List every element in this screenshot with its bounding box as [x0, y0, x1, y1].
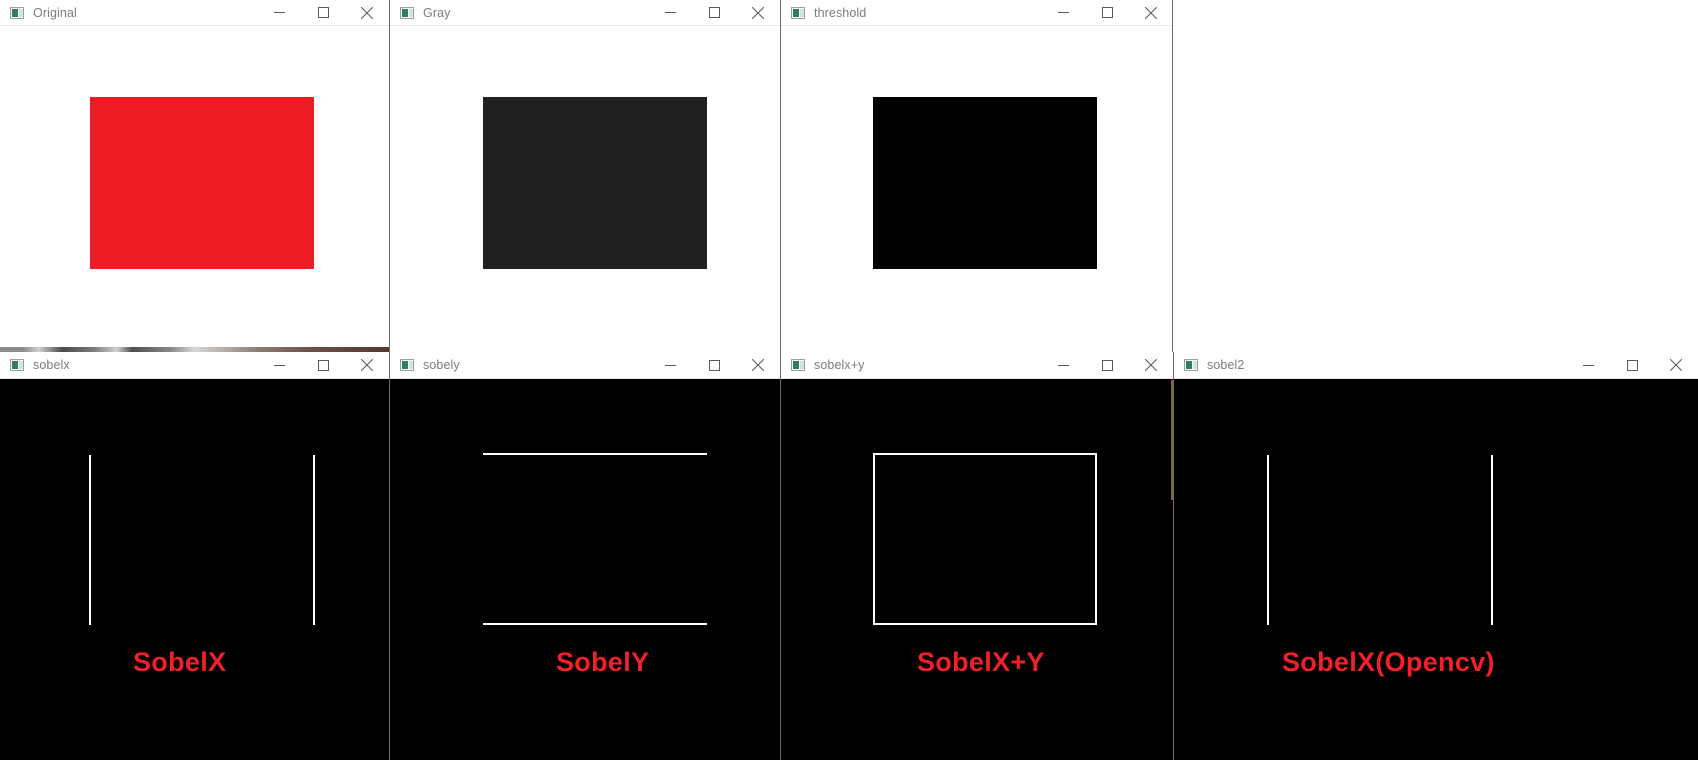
- maximize-icon[interactable]: [692, 352, 736, 379]
- canvas-threshold: [781, 26, 1173, 352]
- window-sobel2[interactable]: sobel2 SobelX(Opencv): [1174, 352, 1698, 760]
- edge-line-left: [1267, 455, 1269, 625]
- window-title: sobel2: [1207, 358, 1245, 372]
- overlay-label-sobely: SobelY: [556, 647, 650, 677]
- maximize-icon[interactable]: [692, 0, 736, 26]
- minimize-icon[interactable]: [257, 0, 301, 26]
- window-sobelxy[interactable]: sobelx+y SobelX+Y: [781, 352, 1173, 760]
- maximize-icon[interactable]: [301, 352, 345, 379]
- window-divider: [1172, 0, 1173, 352]
- opencv-window-icon: [1184, 359, 1198, 371]
- titlebar-sobel2[interactable]: sobel2: [1174, 352, 1698, 379]
- window-title: Gray: [423, 5, 451, 20]
- overlay-label-sobelxy: SobelX+Y: [917, 647, 1045, 677]
- opencv-window-icon: [400, 6, 414, 19]
- close-icon[interactable]: [1129, 352, 1173, 379]
- minimize-icon[interactable]: [257, 352, 301, 379]
- maximize-icon[interactable]: [301, 0, 345, 26]
- minimize-icon[interactable]: [648, 0, 692, 26]
- window-divider: [780, 352, 781, 760]
- canvas-sobelxy: SobelX+Y: [781, 379, 1173, 760]
- minimize-icon[interactable]: [1566, 352, 1610, 379]
- window-controls[interactable]: [1041, 352, 1173, 378]
- minimize-icon[interactable]: [1041, 352, 1085, 379]
- opencv-window-icon: [791, 359, 805, 371]
- window-title: sobelx: [33, 358, 70, 372]
- canvas-sobelx: SobelX: [0, 379, 389, 760]
- titlebar-sobelxy[interactable]: sobelx+y: [781, 352, 1173, 379]
- close-icon[interactable]: [736, 352, 780, 379]
- opencv-window-icon: [791, 6, 805, 19]
- window-divider: [780, 0, 781, 352]
- opencv-window-icon: [400, 359, 414, 371]
- window-controls[interactable]: [257, 352, 389, 378]
- close-icon[interactable]: [345, 352, 389, 379]
- close-icon[interactable]: [345, 0, 389, 26]
- window-divider: [389, 0, 390, 352]
- red-rectangle: [90, 97, 314, 269]
- overlay-label-sobel2: SobelX(Opencv): [1282, 647, 1495, 677]
- window-controls[interactable]: [648, 352, 780, 378]
- close-icon[interactable]: [1129, 0, 1173, 26]
- minimize-icon[interactable]: [1041, 0, 1085, 26]
- edge-line-right: [313, 455, 315, 625]
- window-title: threshold: [814, 5, 867, 20]
- maximize-icon[interactable]: [1085, 0, 1129, 26]
- canvas-sobely: SobelY: [390, 379, 780, 760]
- titlebar-gray[interactable]: Gray: [390, 0, 780, 26]
- edge-line-top: [483, 453, 707, 455]
- edge-rectangle-outline: [873, 453, 1097, 625]
- background-window-edge-sliver: [1171, 380, 1173, 500]
- canvas-sobel2: SobelX(Opencv): [1174, 379, 1698, 760]
- titlebar-sobely[interactable]: sobely: [390, 352, 780, 379]
- window-controls[interactable]: [1041, 0, 1173, 25]
- close-icon[interactable]: [736, 0, 780, 26]
- window-threshold[interactable]: threshold: [781, 0, 1173, 352]
- opencv-window-icon: [10, 359, 24, 371]
- black-rectangle: [873, 97, 1097, 269]
- titlebar-threshold[interactable]: threshold: [781, 0, 1173, 26]
- edge-line-left: [89, 455, 91, 625]
- overlay-label-sobelx: SobelX: [133, 647, 227, 677]
- close-icon[interactable]: [1654, 352, 1698, 379]
- window-controls[interactable]: [1566, 352, 1698, 378]
- minimize-icon[interactable]: [648, 352, 692, 379]
- gray-rectangle: [483, 97, 707, 269]
- window-title: sobelx+y: [814, 358, 865, 372]
- window-divider: [1173, 352, 1174, 760]
- window-divider: [389, 352, 390, 760]
- titlebar-sobelx[interactable]: sobelx: [0, 352, 389, 379]
- desktop: Original Gray threshold sobelx SobelX so…: [0, 0, 1698, 760]
- window-sobely[interactable]: sobely SobelY: [390, 352, 780, 760]
- canvas-original: [0, 26, 389, 352]
- canvas-gray: [390, 26, 780, 352]
- titlebar-original[interactable]: Original: [0, 0, 389, 26]
- window-sobelx[interactable]: sobelx SobelX: [0, 352, 389, 760]
- edge-line-right: [1491, 455, 1493, 625]
- maximize-icon[interactable]: [1610, 352, 1654, 379]
- window-title: Original: [33, 5, 77, 20]
- window-controls[interactable]: [257, 0, 389, 25]
- window-controls[interactable]: [648, 0, 780, 25]
- window-gray[interactable]: Gray: [390, 0, 780, 352]
- maximize-icon[interactable]: [1085, 352, 1129, 379]
- window-original[interactable]: Original: [0, 0, 389, 352]
- opencv-window-icon: [10, 6, 24, 19]
- edge-line-bottom: [483, 623, 707, 625]
- window-title: sobely: [423, 358, 460, 372]
